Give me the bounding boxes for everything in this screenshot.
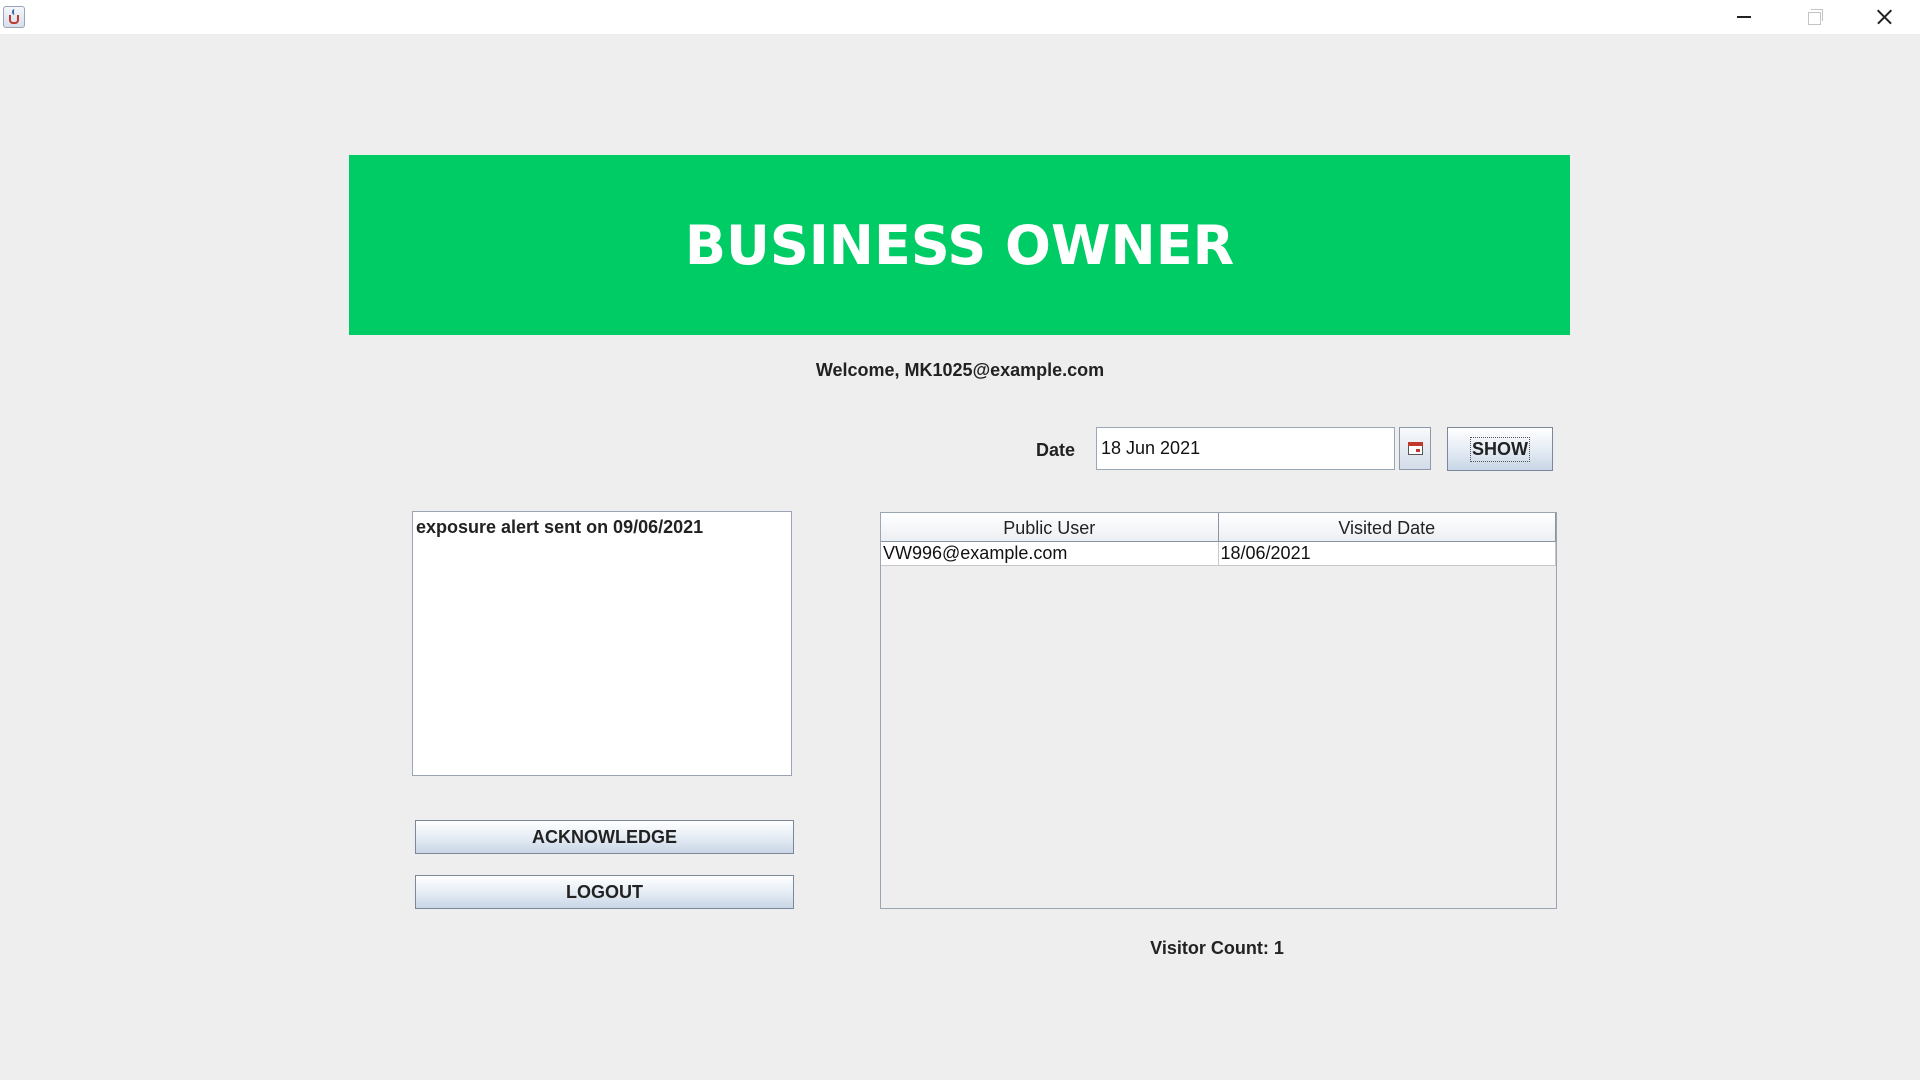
minimize-icon[interactable]	[1720, 0, 1766, 34]
show-button[interactable]: SHOW	[1447, 427, 1553, 471]
logout-button[interactable]: LOGOUT	[415, 875, 794, 909]
list-item[interactable]: exposure alert sent on 09/06/2021	[416, 517, 788, 538]
table-row[interactable]: VW996@example.com 18/06/2021	[881, 542, 1556, 566]
java-cup-icon	[3, 6, 25, 28]
calendar-button[interactable]	[1399, 427, 1431, 470]
visitors-table[interactable]: Public User Visited Date VW996@example.c…	[880, 512, 1557, 909]
restore-icon[interactable]	[1790, 0, 1836, 34]
header-banner: BUSINESS OWNER	[349, 155, 1570, 335]
table-cell-visited-date: 18/06/2021	[1218, 542, 1556, 566]
column-header-public-user[interactable]: Public User	[881, 513, 1219, 542]
acknowledge-button[interactable]: ACKNOWLEDGE	[415, 820, 794, 854]
column-header-visited-date[interactable]: Visited Date	[1218, 513, 1556, 542]
alert-list[interactable]: exposure alert sent on 09/06/2021	[412, 511, 792, 776]
table-cell-public-user: VW996@example.com	[881, 542, 1219, 566]
calendar-icon	[1408, 442, 1423, 455]
welcome-message: Welcome, MK1025@example.com	[815, 360, 1105, 380]
visitor-count: Visitor Count: 1	[1150, 938, 1284, 958]
close-icon[interactable]	[1860, 0, 1906, 34]
table-header: Public User Visited Date	[881, 513, 1556, 542]
show-button-label: SHOW	[1470, 436, 1530, 462]
date-label: Date	[1036, 440, 1076, 460]
title-bar	[0, 0, 1920, 34]
date-field[interactable]	[1096, 427, 1395, 470]
page-title: BUSINESS OWNER	[684, 213, 1235, 277]
